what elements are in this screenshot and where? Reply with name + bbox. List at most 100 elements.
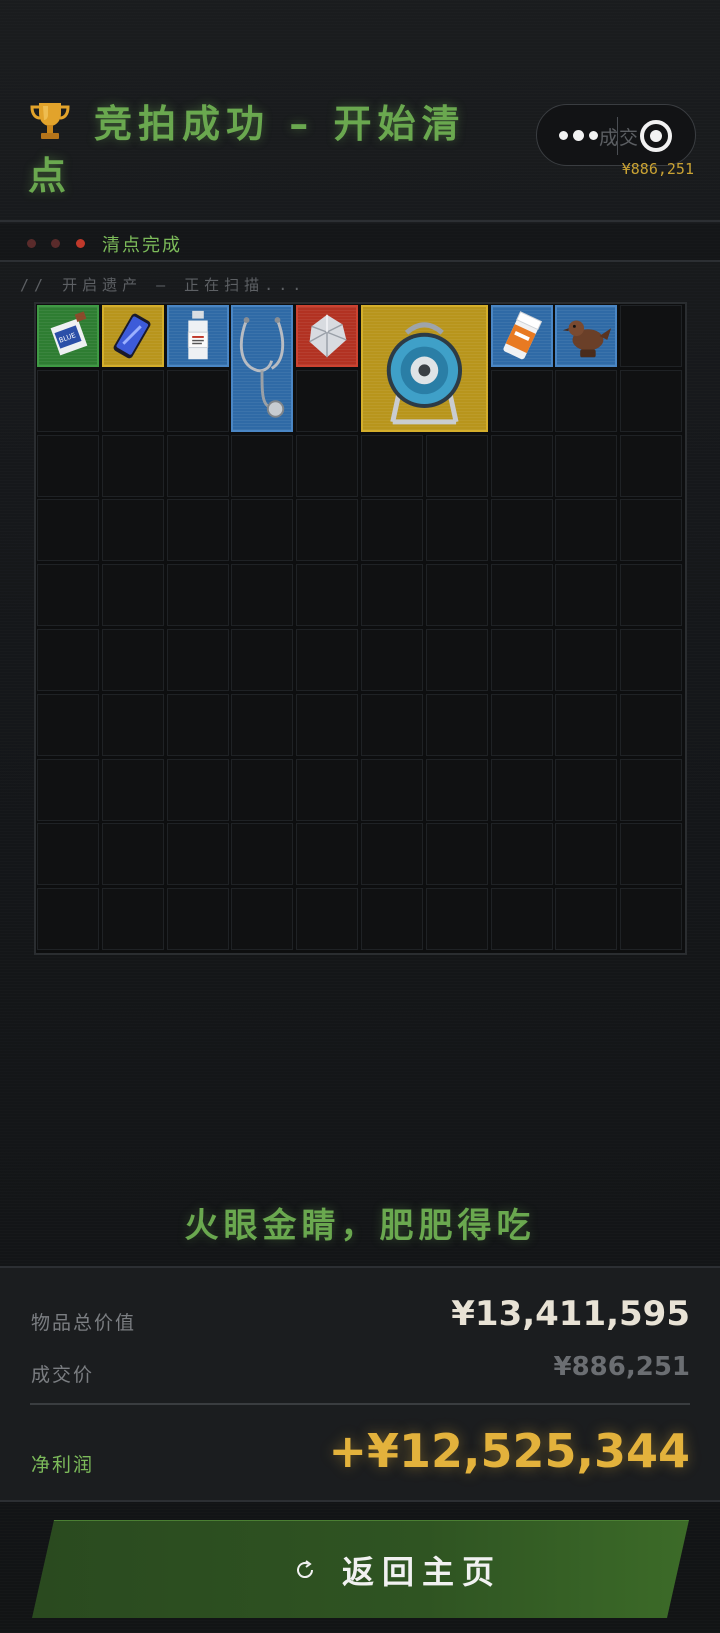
grid-cell xyxy=(361,434,423,497)
grid-cell xyxy=(490,693,553,756)
grid-cell xyxy=(425,434,488,497)
header: 竞拍成功 – 开始清点 成交 ¥886,251 xyxy=(0,0,720,222)
return-home-button[interactable]: 返回主页 xyxy=(32,1520,689,1618)
grid-cell xyxy=(101,434,164,497)
grid-cell xyxy=(555,823,618,886)
grid-cell xyxy=(361,888,423,951)
grid-cell xyxy=(231,823,294,886)
grid-cell xyxy=(490,823,553,886)
grid-cell xyxy=(231,564,294,627)
grid-cell xyxy=(166,888,229,951)
total-value: ¥13,411,595 xyxy=(451,1294,690,1334)
grid-cell xyxy=(166,499,229,562)
grid-cell xyxy=(490,888,553,951)
grid-cell xyxy=(101,564,164,627)
grid-cell xyxy=(296,629,359,691)
grid-cell xyxy=(231,693,294,756)
grid-cell xyxy=(620,564,683,627)
grid-cell xyxy=(425,823,488,886)
grid-cell xyxy=(101,758,164,821)
deal-price-label: 成交价 xyxy=(31,1364,95,1386)
grid-cell xyxy=(166,434,229,497)
grid-cell xyxy=(37,693,99,756)
grid-cell xyxy=(425,693,488,756)
grid-cell xyxy=(361,499,423,562)
diamond-item-icon[interactable] xyxy=(296,305,359,367)
grid-cell xyxy=(166,369,229,432)
grid-cell xyxy=(555,369,618,432)
grid-cell xyxy=(231,499,294,562)
grid-cell xyxy=(490,499,553,562)
grid-cell xyxy=(490,629,553,691)
grid-cell xyxy=(490,434,553,497)
grid-cell xyxy=(425,499,488,562)
grid-cell xyxy=(231,888,294,951)
smartphone-item-icon[interactable] xyxy=(101,305,164,367)
slogan: 火眼金睛，肥肥得吃 xyxy=(184,1206,536,1246)
title-text: 竞拍成功 – 开始清点 xyxy=(28,102,466,198)
grid-cell xyxy=(37,434,99,497)
more-menu-icon[interactable] xyxy=(559,127,599,145)
status-strip: 清点完成 xyxy=(0,224,720,262)
refresh-icon xyxy=(294,1559,316,1581)
grid-cell xyxy=(101,629,164,691)
energy-drink-item-icon[interactable]: BLUE xyxy=(37,305,99,367)
medicine-bottle-item-icon[interactable] xyxy=(166,305,229,367)
pill-bottle-item-icon[interactable] xyxy=(490,305,553,367)
grid-cell xyxy=(555,758,618,821)
grid-cell xyxy=(361,693,423,756)
grid-cell xyxy=(296,369,359,432)
grid-cell xyxy=(37,758,99,821)
grid-cell xyxy=(620,629,683,691)
net-profit-value: +¥12,525,344 xyxy=(328,1424,690,1478)
grid-cell xyxy=(101,499,164,562)
grid-cell xyxy=(166,629,229,691)
grid-cell xyxy=(166,823,229,886)
bird-statue-item-icon[interactable] xyxy=(555,305,618,367)
grid-cell xyxy=(37,369,99,432)
grid-cell xyxy=(361,823,423,886)
grid-cell xyxy=(101,369,164,432)
scan-status-line: // 开启遗产 – 正在扫描... xyxy=(20,276,307,294)
grid-cell xyxy=(231,434,294,497)
page-title: 竞拍成功 – 开始清点 xyxy=(28,98,498,202)
grid-cell xyxy=(490,564,553,627)
trophy-icon xyxy=(30,103,70,139)
grid-cell xyxy=(166,758,229,821)
grid-cell xyxy=(620,369,683,432)
status-led-1 xyxy=(27,239,36,248)
grid-cell xyxy=(620,499,683,562)
grid-cell xyxy=(37,499,99,562)
grid-cell xyxy=(490,369,553,432)
stethoscope-item-icon[interactable] xyxy=(231,305,294,432)
grid-cell xyxy=(620,693,683,756)
close-mini-program-icon[interactable] xyxy=(640,120,672,152)
mini-program-capsule[interactable]: 成交 xyxy=(536,104,696,166)
grid-cell xyxy=(296,758,359,821)
status-led-2 xyxy=(51,239,60,248)
status-led-3 xyxy=(76,239,85,248)
grid-cell xyxy=(296,434,359,497)
grid-cell xyxy=(555,629,618,691)
summary-divider xyxy=(30,1403,690,1405)
grid-cell xyxy=(620,758,683,821)
grid-cell xyxy=(296,693,359,756)
grid-cell xyxy=(166,693,229,756)
inventory-grid: BLUE xyxy=(34,302,687,955)
total-value-label: 物品总价值 xyxy=(31,1312,137,1334)
cable-reel-item-icon[interactable] xyxy=(361,305,488,432)
grid-cell xyxy=(555,564,618,627)
grid-cell xyxy=(101,693,164,756)
capsule-ghost-label: 成交 xyxy=(599,127,640,149)
grid-cell xyxy=(101,823,164,886)
capsule-divider xyxy=(617,117,618,155)
grid-cell xyxy=(361,629,423,691)
status-text: 清点完成 xyxy=(102,235,182,256)
grid-cell xyxy=(555,499,618,562)
grid-cell xyxy=(620,434,683,497)
grid-cell xyxy=(490,758,553,821)
grid-cell xyxy=(37,629,99,691)
grid-cell xyxy=(361,564,423,627)
grid-cell xyxy=(231,629,294,691)
return-home-label: 返回主页 xyxy=(342,1553,503,1591)
